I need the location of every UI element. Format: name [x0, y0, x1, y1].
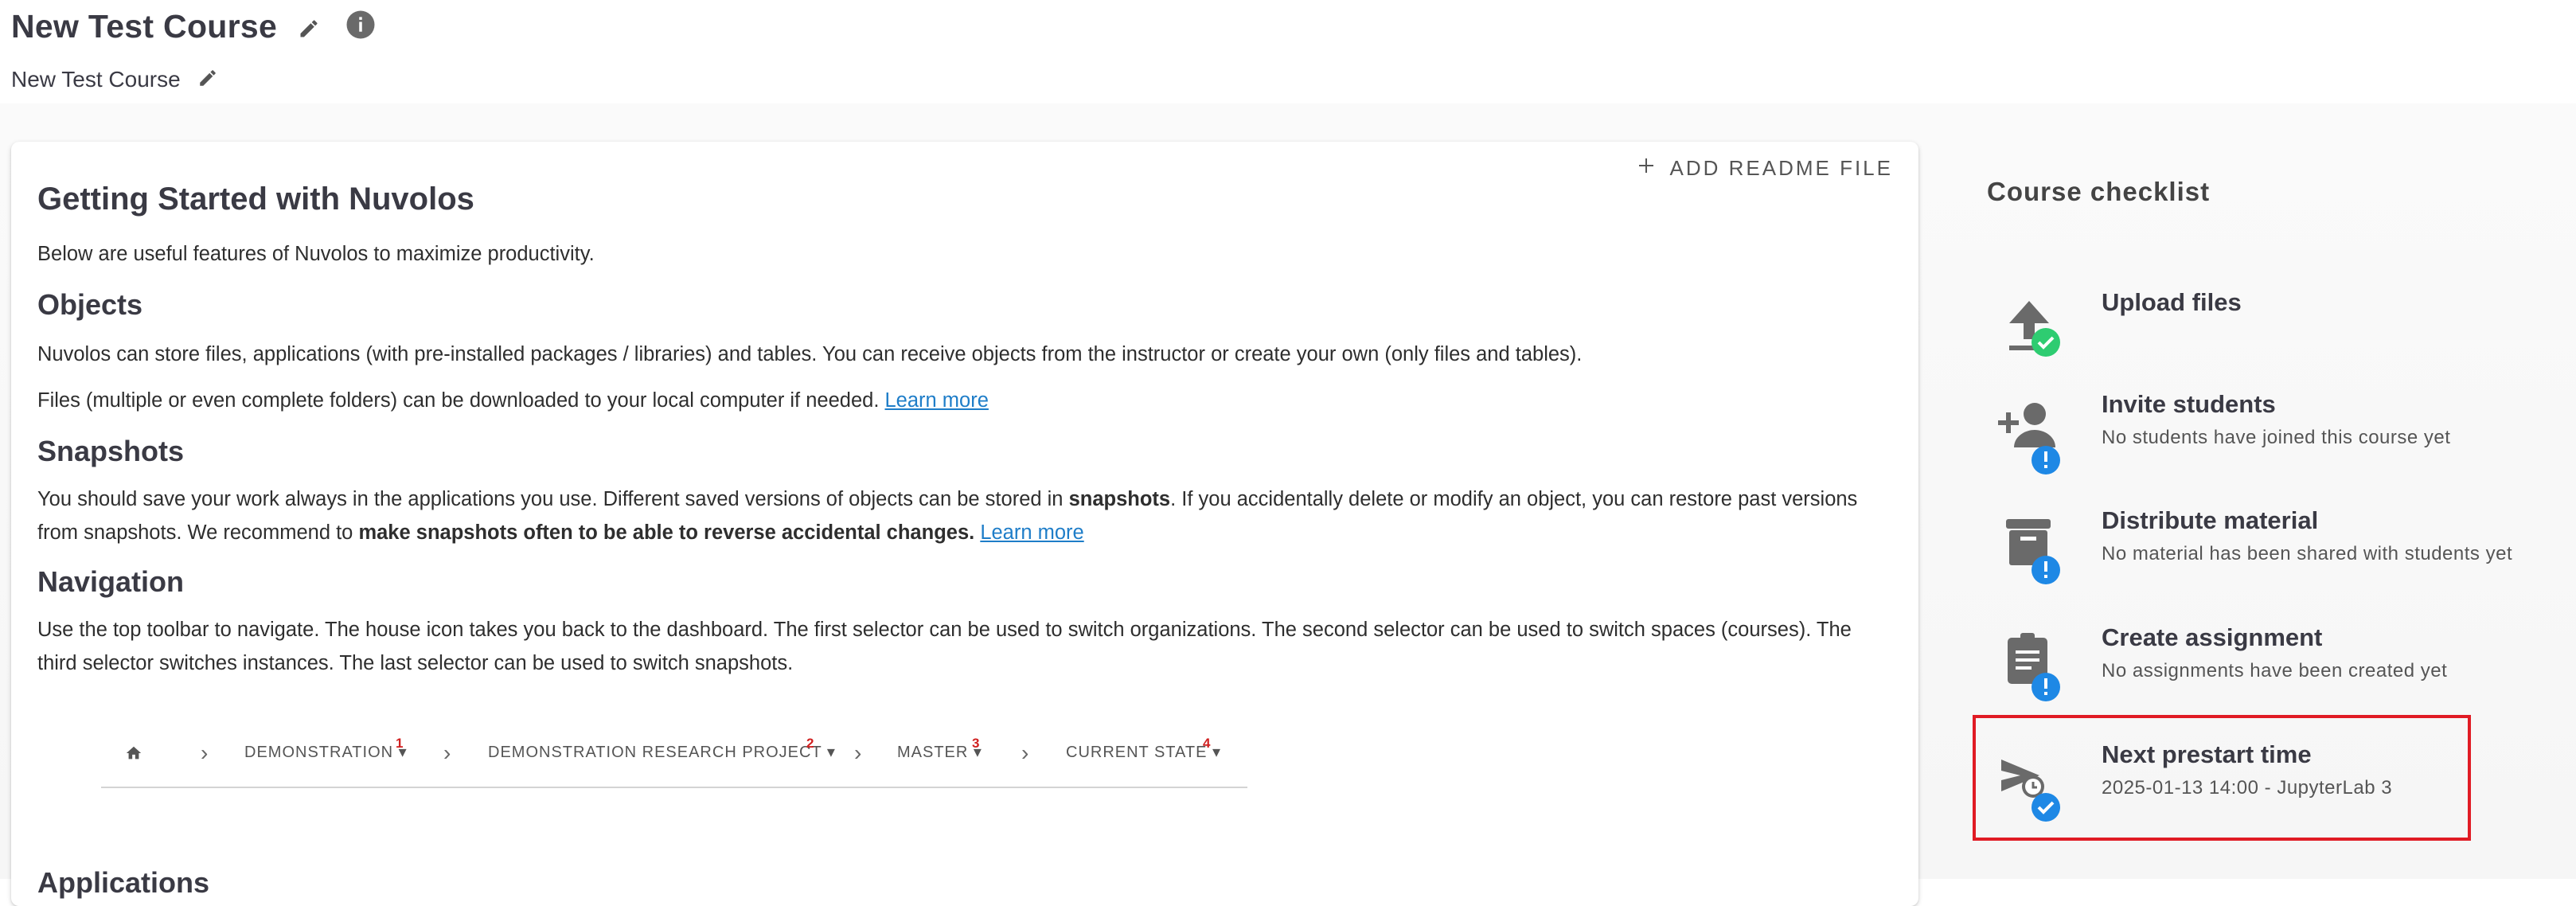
- nav-example-number: 3: [972, 736, 981, 751]
- info-icon[interactable]: [344, 8, 377, 49]
- chevron-right-icon: ›: [201, 740, 209, 765]
- nav-example-label: DEMONSTRATION RESEARCH PROJECT: [488, 744, 822, 761]
- highlight-box: [1973, 715, 2471, 841]
- add-readme-label: ADD README FILE: [1669, 156, 1893, 180]
- checklist-title: Course checklist: [1987, 177, 2211, 206]
- getting-started-card: ADD README FILE Getting Started with Nuv…: [11, 142, 1918, 906]
- guide-title: Getting Started with Nuvolos: [37, 182, 474, 217]
- clipboard-icon: [1993, 623, 2065, 711]
- course-title: New Test Course: [11, 8, 278, 45]
- page-title: New Test Course: [11, 8, 377, 49]
- checklist-item-upload-files[interactable]: Upload files: [1987, 288, 2544, 400]
- learn-more-link[interactable]: Learn more: [885, 389, 989, 412]
- archive-icon: [1993, 506, 2065, 594]
- snapshots-heading: Snapshots: [37, 435, 185, 467]
- nav-example-item: MASTER ▾ 3: [897, 736, 982, 761]
- nav-example-item: DEMONSTRATION ▾ 1: [244, 736, 408, 761]
- checklist-item-desc: No assignments have been created yet: [2102, 660, 2448, 681]
- navigation-paragraph: Use the top toolbar to navigate. The hou…: [37, 619, 1852, 674]
- chevron-right-icon: ›: [1021, 740, 1029, 765]
- edit-icon[interactable]: [197, 68, 218, 94]
- plus-icon: [1637, 156, 1656, 181]
- nav-example-number: 2: [806, 736, 815, 751]
- toolbar-example-image: › DEMONSTRATION ▾ 1 › DEMONSTRATION RESEA…: [101, 736, 1247, 788]
- guide-intro: Below are useful features of Nuvolos to …: [37, 243, 595, 265]
- checklist-item-desc: No students have joined this course yet: [2102, 427, 2451, 448]
- edit-icon[interactable]: [298, 10, 320, 48]
- nav-example-number: 4: [1203, 736, 1212, 751]
- objects-paragraph-2: Files (multiple or even complete folders…: [37, 384, 989, 417]
- nav-example-label: MASTER: [897, 744, 969, 761]
- checklist-item-title: Invite students: [2102, 390, 2276, 418]
- snapshots-text-a: You should save your work always in the …: [37, 488, 1069, 510]
- checklist-item-title: Upload files: [2102, 288, 2242, 316]
- home-icon: [125, 742, 142, 767]
- course-subtitle: New Test Course: [11, 67, 218, 94]
- snapshots-bold: snapshots: [1068, 488, 1171, 510]
- upload-icon: [1993, 288, 2065, 376]
- checklist-item-title: Create assignment: [2102, 623, 2323, 651]
- checklist-item-title: Distribute material: [2102, 506, 2319, 534]
- learn-more-link[interactable]: Learn more: [980, 521, 1083, 544]
- nav-example-item: CURRENT STATE ▾ 4: [1066, 736, 1222, 761]
- snapshots-paragraph: You should save your work always in the …: [37, 482, 1892, 549]
- snapshots-bold-2: make snapshots often to be able to rever…: [358, 521, 975, 544]
- nav-example-label: CURRENT STATE: [1066, 744, 1208, 761]
- person-add-icon: [1993, 390, 2065, 478]
- objects-paragraph-1: Nuvolos can store files, applications (w…: [37, 343, 1583, 365]
- checklist-item-desc: No material has been shared with student…: [2102, 543, 2513, 564]
- chevron-right-icon: ›: [854, 740, 862, 765]
- navigation-heading: Navigation: [37, 565, 185, 598]
- nav-example-item: DEMONSTRATION RESEARCH PROJECT ▾ 2: [488, 736, 836, 761]
- course-short-name: New Test Course: [11, 67, 181, 92]
- objects-heading: Objects: [37, 288, 143, 321]
- objects-paragraph-2-text: Files (multiple or even complete folders…: [37, 389, 880, 412]
- nav-example-label: DEMONSTRATION: [244, 744, 394, 761]
- checklist-item-distribute-material[interactable]: Distribute material No material has been…: [1987, 506, 2544, 618]
- chevron-right-icon: ›: [443, 740, 451, 765]
- nav-example-number: 1: [396, 736, 404, 751]
- checklist-item-invite-students[interactable]: Invite students No students have joined …: [1987, 390, 2544, 502]
- applications-heading: Applications: [37, 866, 210, 899]
- add-readme-button[interactable]: ADD README FILE: [1637, 156, 1894, 181]
